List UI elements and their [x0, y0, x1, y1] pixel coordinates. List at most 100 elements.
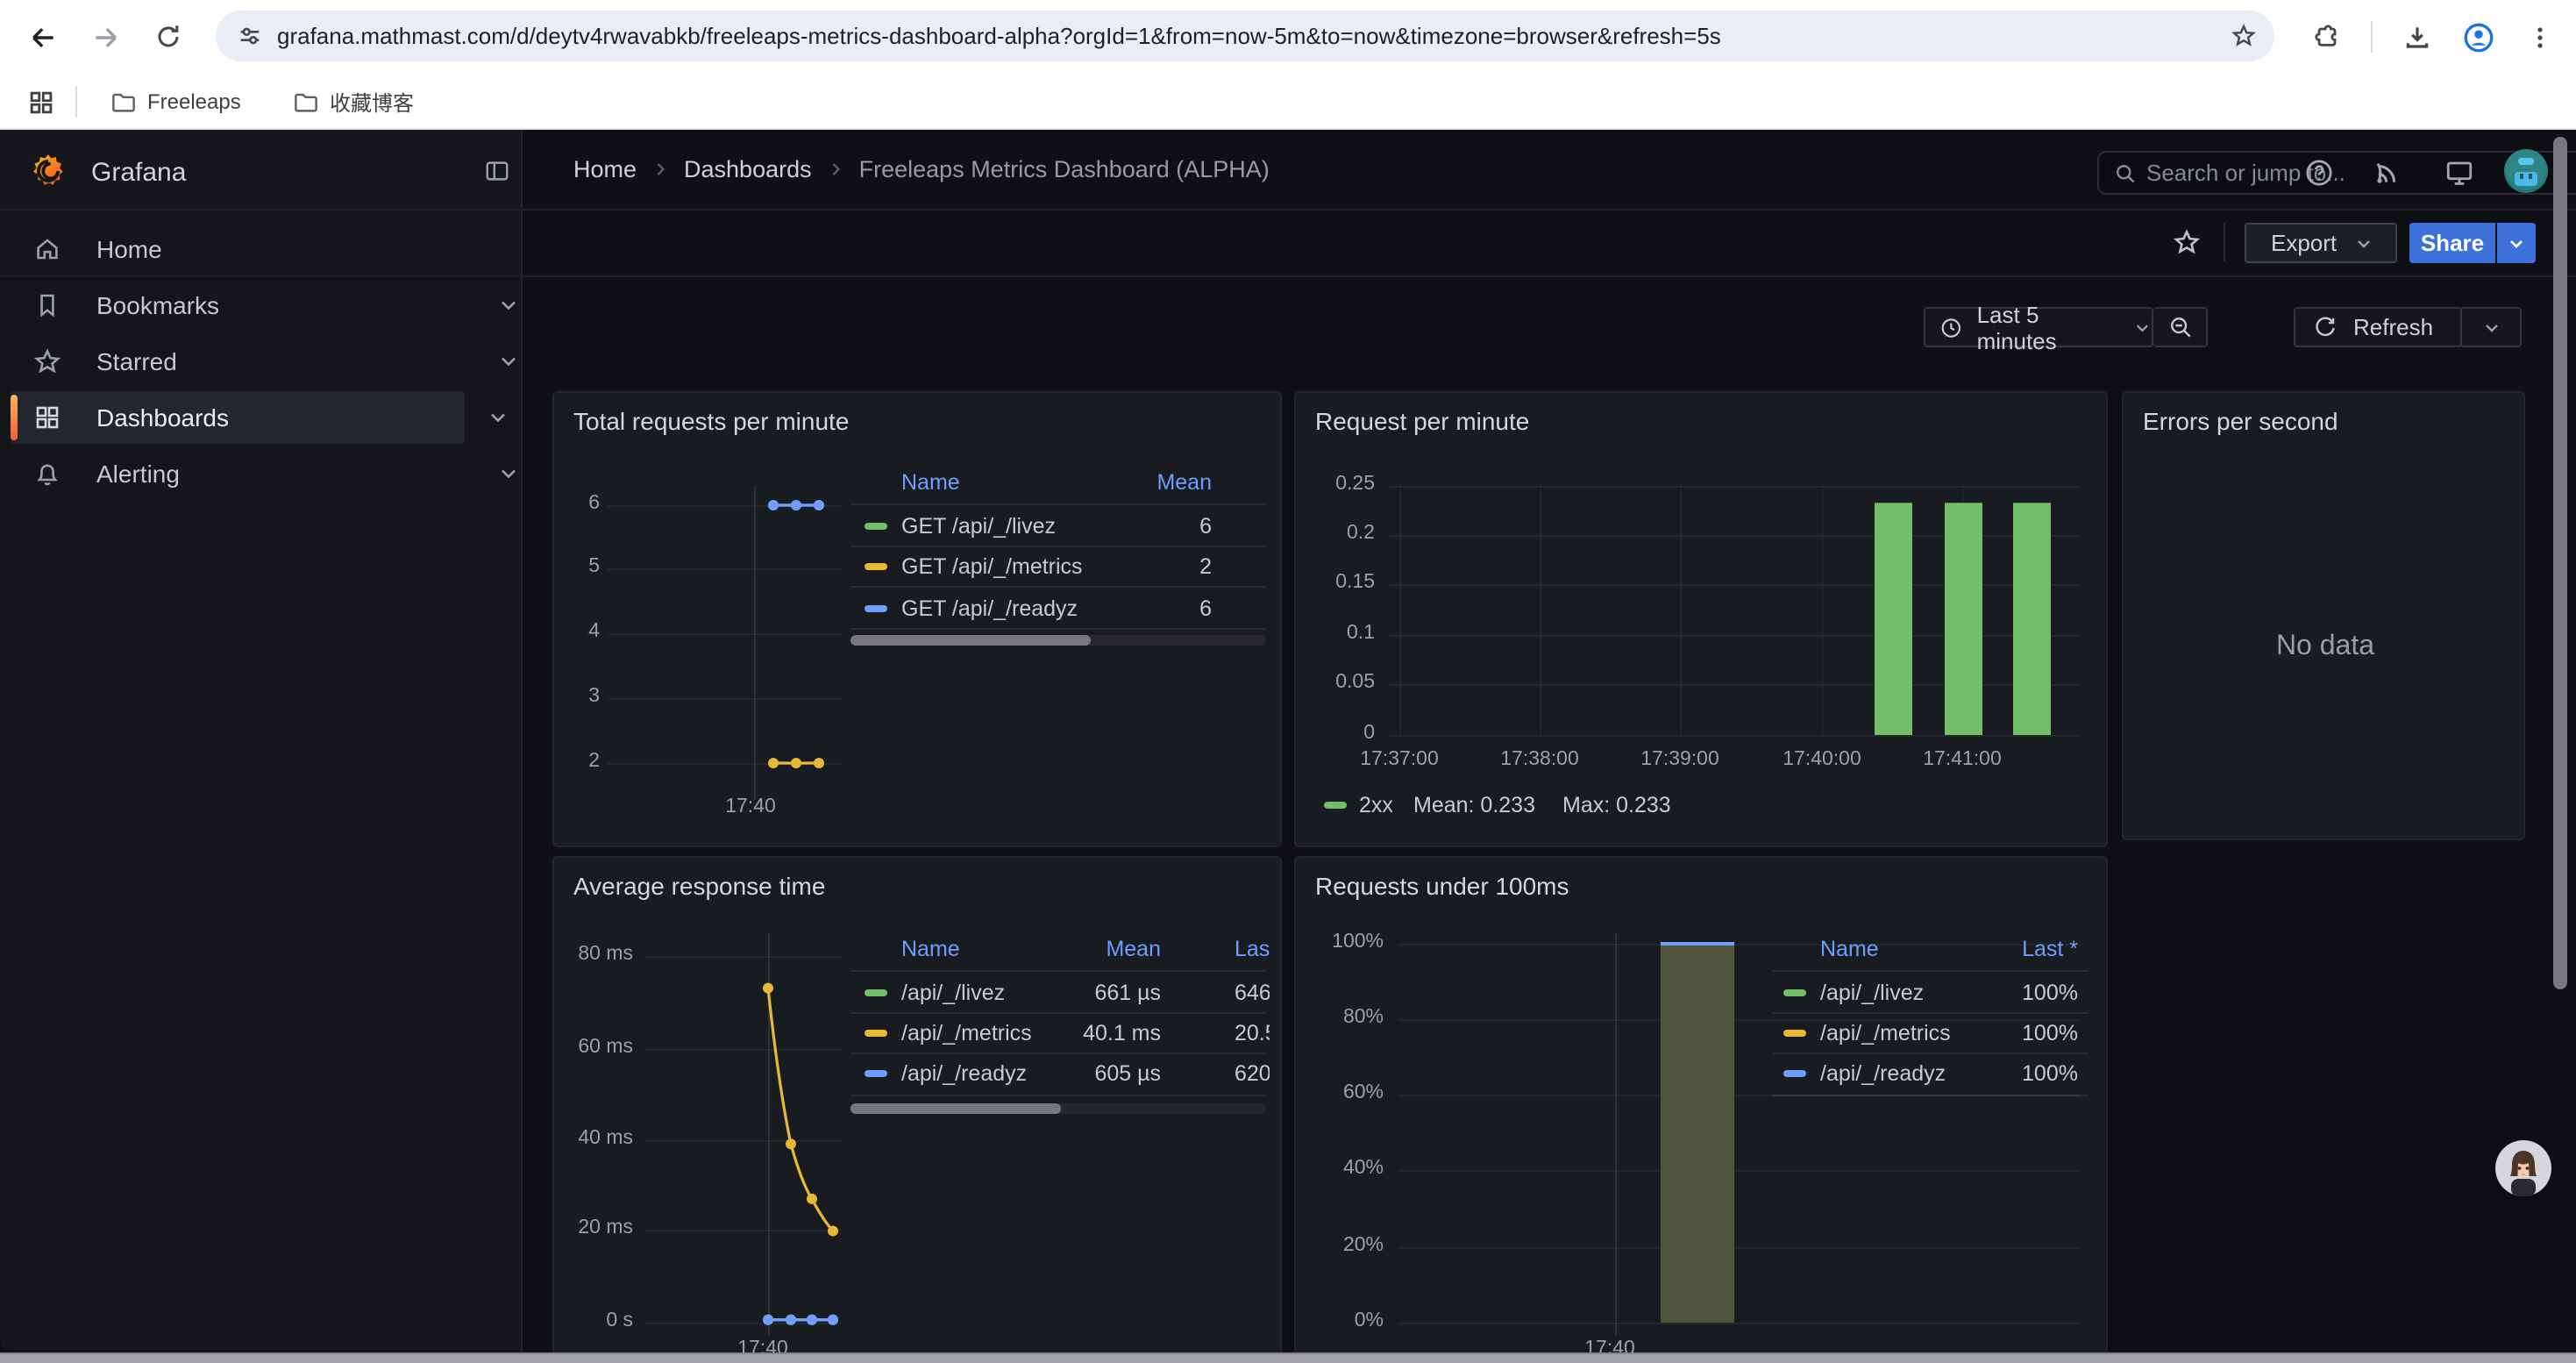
kiosk-monitor-icon[interactable]: [2444, 158, 2474, 188]
legend-separator: [850, 546, 1266, 547]
bookmark-label: 收藏博客: [330, 87, 414, 117]
legend-swatch: [865, 989, 887, 996]
legend-cell[interactable]: 100%: [1885, 1021, 2078, 1047]
legend-cell[interactable]: 40.1 ms: [968, 1021, 1161, 1047]
dashboard-toolbar: Export Share: [523, 211, 2576, 275]
sidebar-item-starred[interactable]: Starred: [11, 335, 465, 388]
chevron-down-icon[interactable]: [486, 405, 510, 430]
site-settings-icon[interactable]: [237, 23, 263, 49]
legend-swatch: [865, 1070, 887, 1077]
legend-cell[interactable]: 100%: [1885, 981, 2078, 1007]
share-label: Share: [2421, 230, 2484, 256]
legend-cell[interactable]: 605 µs: [968, 1061, 1161, 1088]
legend-header[interactable]: Last *: [1885, 937, 2078, 963]
panel-total-requests-per-minute[interactable]: Total requests per minute 6543217:40Name…: [552, 391, 1282, 847]
sidebar-item-bookmarks[interactable]: Bookmarks: [11, 279, 465, 332]
url-text[interactable]: grafana.mathmast.com/d/deytv4rwavabkb/fr…: [277, 23, 1721, 49]
horizontal-scrollbar[interactable]: [0, 1352, 2576, 1363]
floating-avatar[interactable]: [2495, 1140, 2551, 1196]
avatar-graphic: [2515, 172, 2537, 186]
breadcrumb-dashboards[interactable]: Dashboards: [684, 156, 812, 182]
chevron-down-icon[interactable]: [496, 349, 521, 374]
sidebar-item-home[interactable]: Home: [11, 223, 465, 275]
url-bar[interactable]: grafana.mathmast.com/d/deytv4rwavabkb/fr…: [216, 11, 2274, 61]
avatar-graphic: [2520, 174, 2523, 179]
forward-button[interactable]: [84, 16, 126, 58]
chevron-right-icon: [826, 160, 845, 179]
export-button[interactable]: Export: [2245, 223, 2397, 263]
back-button[interactable]: [21, 16, 63, 58]
sidebar-item-label: Dashboards: [96, 403, 229, 432]
downloads-button[interactable]: [2395, 16, 2437, 58]
breadcrumb-home[interactable]: Home: [573, 156, 637, 182]
chevron-down-icon[interactable]: [496, 293, 521, 318]
browser-profile-button[interactable]: [2457, 16, 2499, 58]
vertical-scrollbar[interactable]: [2553, 137, 2567, 989]
download-icon: [2402, 22, 2431, 52]
brand-title[interactable]: Grafana: [91, 158, 186, 188]
refresh-button[interactable]: Refresh: [2294, 307, 2462, 347]
time-range-picker[interactable]: Last 5 minutes: [1924, 307, 2153, 347]
bookmark-star-icon[interactable]: [2231, 23, 2257, 49]
panel-title[interactable]: Errors per second: [2143, 407, 2338, 435]
legend-header[interactable]: Las: [1235, 937, 1270, 963]
legend-max: Max: 0.233: [1562, 793, 1671, 819]
panel-request-per-minute[interactable]: Request per minute 0.250.20.150.10.05017…: [1294, 391, 2108, 847]
panel-average-response-time[interactable]: Average response time 80 ms60 ms40 ms20 …: [552, 856, 1282, 1352]
sidebar-item-alerting[interactable]: Alerting: [11, 447, 465, 500]
legend-cell[interactable]: 2: [1019, 554, 1212, 581]
legend-cell[interactable]: 6: [1019, 596, 1212, 623]
legend-cell[interactable]: 6: [1019, 514, 1212, 540]
browser-menu-button[interactable]: [2518, 16, 2560, 58]
legend-header[interactable]: Mean: [968, 937, 1161, 963]
legend-scrollbar-thumb[interactable]: [850, 635, 1091, 646]
user-avatar[interactable]: [2504, 149, 2548, 193]
legend-cell[interactable]: 20.5 m: [1235, 1021, 1270, 1047]
panel-errors-per-second[interactable]: Errors per second No data: [2122, 391, 2525, 840]
reload-button[interactable]: [147, 16, 189, 58]
panel-requests-under-100ms[interactable]: Requests under 100ms 100%80%60%40%20%0%1…: [1294, 856, 2108, 1352]
share-button[interactable]: Share: [2409, 223, 2495, 263]
legend-separator: [1773, 970, 2089, 972]
legend-swatch: [865, 1030, 887, 1037]
extensions-puzzle-icon: [2313, 23, 2341, 51]
legend-separator: [1773, 1012, 2089, 1014]
time-range-label: Last 5 minutes: [1977, 301, 2118, 353]
legend-cell[interactable]: 620: [1235, 1061, 1270, 1088]
refresh-interval-button[interactable]: [2460, 307, 2522, 347]
bell-icon: [33, 460, 61, 488]
profile-icon: [2461, 20, 2494, 54]
zoom-out-button[interactable]: [2153, 307, 2208, 347]
legend-swatch: [1783, 989, 1806, 996]
avatar-graphic: [2518, 158, 2534, 165]
sidebar-item-dashboards[interactable]: Dashboards: [11, 391, 465, 444]
refresh-icon: [2313, 315, 2338, 339]
share-menu-button[interactable]: [2497, 223, 2536, 263]
floating-avatar-image: [2495, 1140, 2551, 1196]
legend-header[interactable]: Mean: [1019, 470, 1212, 496]
legend-cell[interactable]: 646: [1235, 981, 1270, 1007]
reload-icon: [154, 23, 182, 51]
collapse-sidebar-icon[interactable]: [484, 158, 510, 184]
legend-cell[interactable]: 661 µs: [968, 981, 1161, 1007]
help-icon[interactable]: [2304, 158, 2334, 188]
news-rss-icon[interactable]: [2373, 158, 2402, 188]
no-data-message: No data: [2124, 632, 2525, 663]
bookmarks-divider: [75, 86, 77, 118]
bookmark-folder-freeleaps[interactable]: Freeleaps: [98, 82, 253, 121]
grafana-logo: [30, 153, 67, 189]
extensions-button[interactable]: [2306, 16, 2348, 58]
legend-series-name[interactable]: 2xx: [1359, 793, 1393, 819]
legend-scrollbar-thumb[interactable]: [850, 1103, 1061, 1114]
bookmark-folder-blogs[interactable]: 收藏博客: [281, 82, 426, 121]
chevron-down-icon[interactable]: [496, 461, 521, 486]
toolbar-divider: [2371, 21, 2373, 53]
apps-shortcut-button[interactable]: [19, 81, 61, 123]
favorite-star-icon[interactable]: [2173, 228, 2201, 256]
legend-cell[interactable]: 100%: [1885, 1061, 2078, 1088]
breadcrumb: Home Dashboards Freeleaps Metrics Dashbo…: [573, 156, 1270, 182]
forward-icon: [90, 22, 120, 52]
chevron-down-icon: [2131, 317, 2152, 338]
folder-icon: [110, 89, 137, 115]
toolbar-divider: [2224, 223, 2225, 261]
